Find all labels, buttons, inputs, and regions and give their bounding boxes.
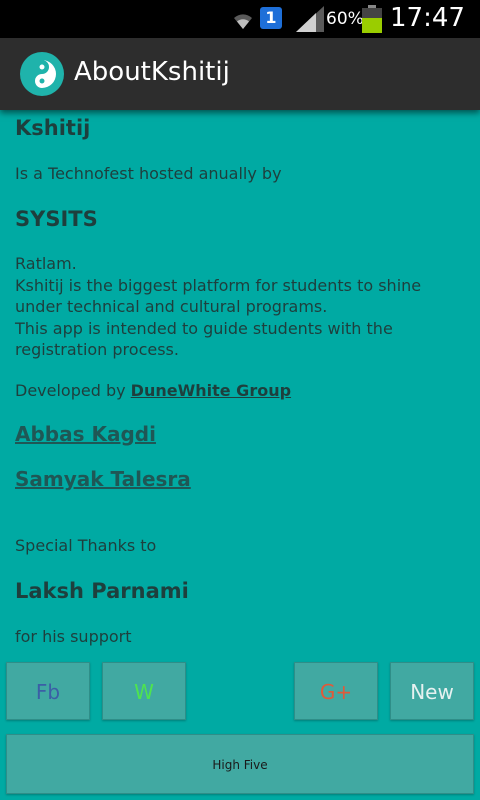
description-line-2: Kshitij is the biggest platform for stud… xyxy=(15,275,422,295)
google-plus-button[interactable]: G+ xyxy=(294,662,378,720)
thanks-name: Laksh Parnami xyxy=(15,579,189,603)
high-five-button[interactable]: High Five xyxy=(6,734,474,794)
notification-icon: 1 xyxy=(260,7,282,29)
description-line-1: Ratlam. xyxy=(15,254,77,273)
host-name: SYSITS xyxy=(15,207,98,231)
developed-by-line: Developed by DuneWhite Group xyxy=(15,380,291,402)
new-button[interactable]: New xyxy=(390,662,474,720)
developer-link-abbas[interactable]: Abbas Kagdi xyxy=(15,422,156,446)
battery-percent: 60% xyxy=(326,9,364,29)
intro-text: Is a Technofest hosted anually by xyxy=(15,164,282,183)
wifi-icon xyxy=(234,14,252,29)
yin-yang-app-icon[interactable] xyxy=(20,52,64,96)
whatsapp-button[interactable]: W xyxy=(102,662,186,720)
description-line-4: This app is intended to guide students w… xyxy=(15,318,393,338)
facebook-button[interactable]: Fb xyxy=(6,662,90,720)
heading-kshitij: Kshitij xyxy=(15,116,91,140)
developed-by-label: Developed by xyxy=(15,381,131,400)
thanks-reason: for his support xyxy=(15,627,132,646)
special-thanks-label: Special Thanks to xyxy=(15,536,157,555)
status-bar: 1 60% 17:47 xyxy=(0,0,480,38)
signal-icon xyxy=(296,6,324,32)
clock: 17:47 xyxy=(390,3,465,33)
action-bar: AboutKshitij xyxy=(0,38,480,110)
developer-group-link[interactable]: DuneWhite Group xyxy=(131,381,291,400)
battery-icon xyxy=(362,5,382,33)
developer-link-samyak[interactable]: Samyak Talesra xyxy=(15,467,191,491)
page-title: AboutKshitij xyxy=(74,57,230,87)
description-line-5: registration process. xyxy=(15,340,179,359)
description-line-3: under technical and cultural programs. xyxy=(15,297,328,316)
